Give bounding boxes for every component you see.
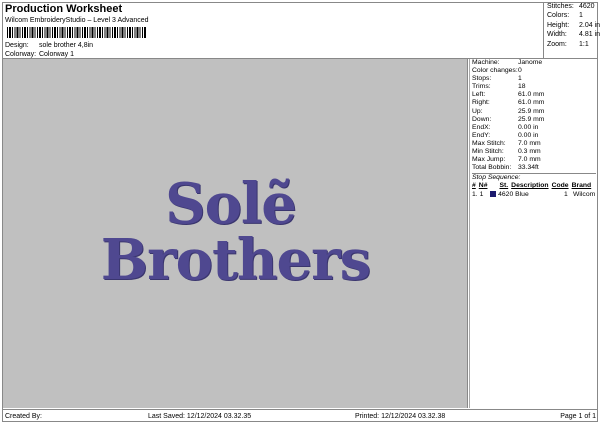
- detail-label: Color changes:: [472, 67, 518, 75]
- row-code: 1: [564, 190, 568, 198]
- detail-label: Right:: [472, 99, 490, 107]
- detail-value: 18: [518, 83, 526, 91]
- detail-label: Max Jump:: [472, 156, 506, 164]
- detail-label: Min Stitch:: [472, 148, 504, 156]
- detail-value: 0.00 in: [518, 131, 539, 139]
- detail-value: 0: [518, 67, 522, 75]
- software-name: Wilcom EmbroideryStudio – Level 3 Advanc…: [5, 17, 149, 24]
- detail-row: Color changes:0: [472, 67, 596, 75]
- col-code: Code: [551, 182, 569, 190]
- col-brand: Brand: [571, 182, 592, 190]
- row-num: 1.: [472, 190, 478, 198]
- detail-label: Total Bobbin:: [472, 164, 512, 172]
- detail-label: Trims:: [472, 83, 491, 91]
- row-description: Blue: [515, 190, 529, 198]
- design-text-line2: Brothers: [100, 227, 371, 293]
- stat-label: Stitches:: [547, 3, 574, 10]
- col-n: N#: [478, 182, 488, 190]
- stat-value: 1: [579, 12, 583, 20]
- detail-value: 33.34ft: [518, 164, 539, 172]
- detail-value: 61.0 mm: [518, 91, 545, 99]
- row-brand: Wilcom: [573, 190, 596, 198]
- detail-row: Total Bobbin: 33.34ft: [472, 164, 596, 172]
- stop-sequence: Stop Sequence: # N# St. Description Code Bran…: [472, 173, 596, 198]
- detail-row: Machine: Janome: [472, 59, 596, 67]
- detail-value: Janome: [518, 59, 543, 66]
- col-description: Description: [511, 182, 549, 190]
- col-st: St.: [499, 182, 509, 190]
- design-row: Design: sole brother 4,8in: [5, 42, 93, 49]
- detail-row: Stops: 1: [472, 75, 596, 83]
- detail-row: EndX: 0.00 in: [472, 124, 596, 132]
- color-swatch: [490, 190, 497, 197]
- detail-value: 25.9 mm: [518, 115, 545, 123]
- detail-row: Max Jump: 7.0 mm: [472, 156, 596, 164]
- detail-label: EndY:: [472, 131, 491, 139]
- design-label: Design:: [5, 42, 29, 49]
- detail-value: 1: [518, 75, 522, 83]
- stat-label: Colors:: [547, 12, 570, 20]
- detail-label: Left:: [472, 91, 486, 99]
- stat-row: Width: 4.81 in: [547, 31, 600, 40]
- detail-label: Up:: [472, 107, 483, 115]
- barcode: [7, 27, 147, 38]
- printed-date: Printed: 12/12/2024 03.32.38: [355, 413, 446, 420]
- detail-row: Right: 61.0 mm: [472, 99, 596, 107]
- stat-value: 4.81 in: [579, 31, 600, 39]
- colorway-row: Colorway: Colorway 1: [5, 51, 74, 58]
- stat-row: Zoom: 1:1: [547, 41, 595, 50]
- detail-row: Max Stitch: 7.0 mm: [472, 140, 596, 148]
- stat-row: Stitches: 4620: [547, 3, 595, 12]
- details-panel: Machine: Janome Color changes:0 Stops: 1 Trim…: [469, 59, 598, 408]
- created-by: Created By:: [5, 413, 42, 420]
- detail-label: EndX:: [472, 123, 491, 131]
- detail-row: Down: 25.9 mm: [472, 116, 596, 124]
- stat-value: 2.04 in: [579, 21, 600, 29]
- detail-value: 61.0 mm: [518, 99, 545, 107]
- detail-value: 0.3 mm: [518, 148, 541, 156]
- detail-value: 7.0 mm: [518, 156, 541, 164]
- stop-sequence-header: # N# St. Description Code Brand: [472, 182, 596, 190]
- detail-row: Min Stitch: 0.3 mm: [472, 148, 596, 156]
- stat-label: Height:: [547, 21, 570, 29]
- footer: Created By: Last Saved: 12/12/2024 03.32…: [2, 409, 598, 422]
- worksheet-header: Production Worksheet Wilcom EmbroiderySt…: [2, 2, 600, 59]
- stats-box: Stitches: 4620 Colors: 1 Height: 2.04 in Width…: [543, 2, 600, 59]
- table-row: 1. 1 4620 Blue 1 Wilcom: [472, 191, 596, 199]
- colorway-label: Colorway:: [5, 51, 37, 58]
- page-title: Production Worksheet: [5, 3, 123, 15]
- design-preview: Solẽ Brothers: [3, 59, 468, 408]
- detail-label: Max Stitch:: [472, 139, 506, 147]
- detail-row: Up: 25.9 mm: [472, 108, 596, 116]
- col-num: #: [472, 182, 476, 190]
- detail-label: Stops:: [472, 75, 492, 83]
- stat-label: Zoom:: [547, 40, 567, 48]
- stat-row: Colors: 1: [547, 12, 595, 21]
- stat-value: 1:1: [579, 40, 589, 48]
- row-st: 4620: [498, 190, 514, 198]
- stat-label: Width:: [547, 31, 567, 39]
- detail-label: Down:: [472, 115, 492, 123]
- detail-row: Trims: 18: [472, 83, 596, 91]
- detail-row: Left: 61.0 mm: [472, 91, 596, 99]
- stat-row: Height: 2.04 in: [547, 21, 600, 31]
- stop-sequence-title: Stop Sequence:: [472, 174, 521, 182]
- page-number: Page 1 of 1: [560, 413, 596, 420]
- design-value: sole brother 4,8in: [38, 42, 94, 49]
- detail-value: 0.00 in: [518, 123, 539, 131]
- last-saved: Last Saved: 12/12/2024 03.32.35: [148, 413, 252, 420]
- detail-value: 7.0 mm: [518, 139, 541, 147]
- detail-row: EndY: 0.00 in: [472, 132, 596, 140]
- row-n: 1: [479, 190, 484, 198]
- colorway-value: Colorway 1: [38, 51, 74, 58]
- detail-label: Machine:: [472, 59, 500, 66]
- stat-value: 4620: [579, 3, 595, 10]
- detail-value: 25.9 mm: [518, 107, 545, 115]
